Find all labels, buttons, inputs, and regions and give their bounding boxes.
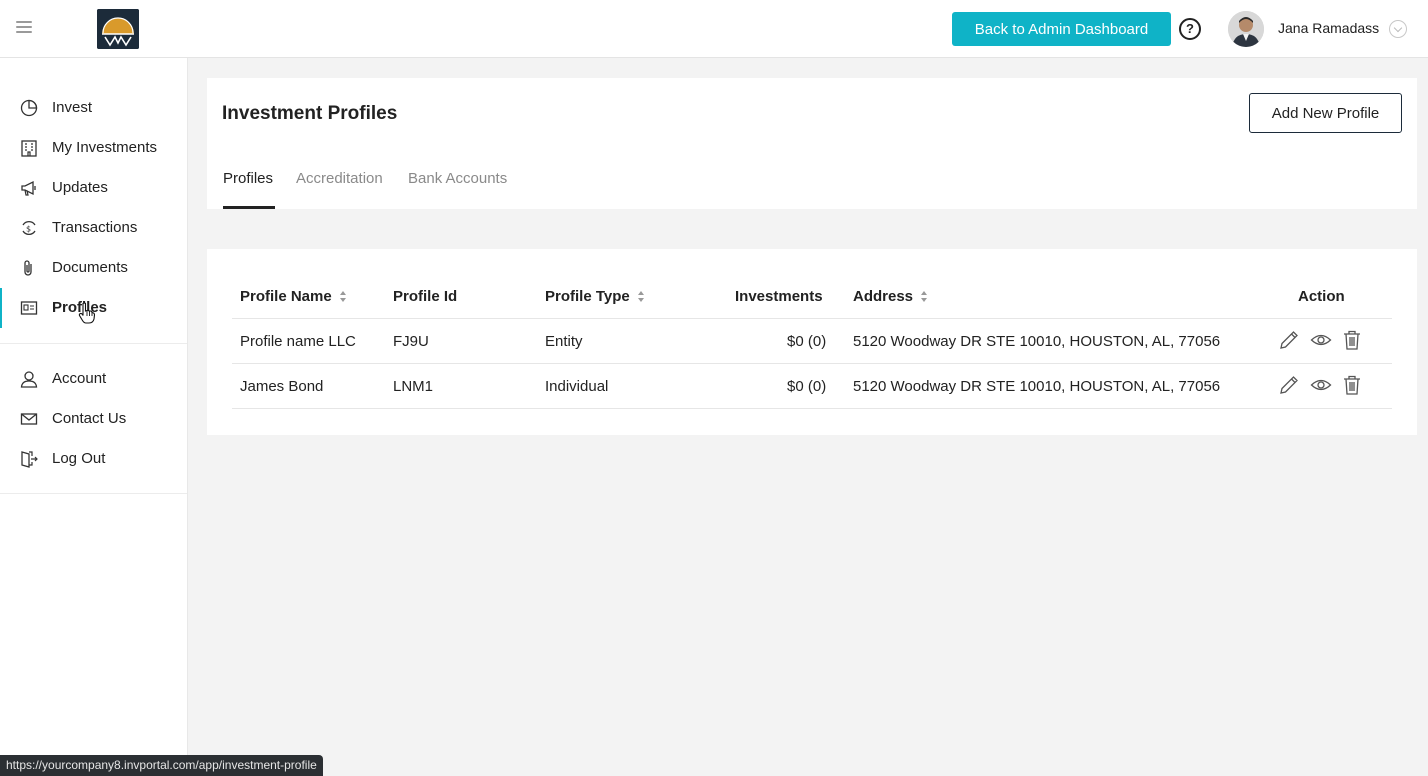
edit-pencil-icon[interactable]: [1278, 374, 1300, 396]
cell-address: 5120 Woodway DR STE 10010, HOUSTON, AL, …: [853, 378, 1221, 395]
profiles-table: Profile Name Profile Id Profile Type Inv…: [207, 249, 1417, 435]
page-title: Investment Profiles: [222, 103, 398, 124]
sidebar-item-label: Transactions: [52, 219, 138, 236]
back-to-admin-dashboard-button[interactable]: Back to Admin Dashboard: [952, 12, 1171, 46]
sidebar-item-transactions[interactable]: $ Transactions: [0, 208, 188, 248]
cell-investments: $0 (0): [787, 333, 827, 350]
sidebar-item-label: Log Out: [52, 450, 106, 467]
cell-profile-type: Entity: [545, 333, 583, 350]
view-eye-icon[interactable]: [1310, 329, 1332, 351]
envelope-icon: [20, 413, 38, 425]
sort-icon[interactable]: [921, 291, 928, 303]
row-divider: [232, 363, 1392, 364]
sort-icon[interactable]: [637, 291, 645, 303]
sidebar-item-label: Contact Us: [52, 410, 127, 427]
tab-profiles[interactable]: Profiles: [223, 170, 273, 187]
sidebar-item-documents[interactable]: Documents: [0, 248, 188, 288]
pie-chart-icon: [20, 99, 38, 117]
cell-address: 5120 Woodway DR STE 10010, HOUSTON, AL, …: [853, 333, 1221, 350]
tab-bank-accounts[interactable]: Bank Accounts: [408, 170, 507, 187]
company-logo[interactable]: [97, 9, 139, 49]
column-header-label: Profile Type: [545, 288, 630, 305]
sidebar-item-label: Documents: [52, 259, 128, 276]
column-header-investments: Investments: [735, 288, 823, 305]
sidebar-item-log-out[interactable]: Log Out: [0, 439, 188, 479]
cell-profile-id: LNM1: [393, 378, 434, 395]
column-header-label: Address: [853, 288, 914, 305]
sidebar-divider: [0, 493, 187, 494]
sidebar-item-label: My Investments: [52, 139, 158, 156]
avatar[interactable]: [1228, 11, 1264, 47]
active-tab-indicator: [223, 206, 275, 209]
delete-trash-icon[interactable]: [1341, 374, 1363, 396]
sort-icon[interactable]: [339, 291, 347, 303]
sidebar-item-updates[interactable]: Updates: [0, 168, 188, 208]
building-icon: [21, 140, 37, 157]
sidebar-item-label: Invest: [52, 99, 93, 116]
row-divider: [232, 318, 1392, 319]
hamburger-menu-icon[interactable]: [16, 21, 32, 35]
cell-profile-name[interactable]: James Bond: [240, 378, 323, 395]
user-icon: [20, 371, 38, 388]
cell-investments: $0 (0): [787, 378, 827, 395]
help-question-icon[interactable]: ?: [1179, 18, 1201, 40]
column-header-label: Profile Id: [393, 288, 458, 305]
hand-cursor-icon: [78, 302, 96, 324]
sidebar-item-contact-us[interactable]: Contact Us: [0, 399, 188, 439]
edit-pencil-icon[interactable]: [1278, 329, 1300, 351]
chevron-down-icon[interactable]: [1389, 20, 1407, 38]
sidebar-item-label: Account: [52, 370, 107, 387]
user-name[interactable]: Jana Ramadass: [1278, 20, 1379, 36]
sidebar-divider: [0, 343, 187, 344]
add-new-profile-button[interactable]: Add New Profile: [1249, 93, 1402, 133]
sidebar-item-invest[interactable]: Invest: [0, 88, 188, 128]
column-header-profile-name[interactable]: Profile Name: [240, 288, 347, 305]
paperclip-icon: [24, 260, 32, 276]
column-header-label: Action: [1298, 288, 1345, 305]
sidebar-item-account[interactable]: Account: [0, 359, 188, 399]
tab-accreditation[interactable]: Accreditation: [296, 170, 383, 187]
cell-profile-type: Individual: [545, 378, 609, 395]
column-header-label: Profile Name: [240, 288, 332, 305]
column-header-address[interactable]: Address: [853, 288, 928, 305]
sidebar-item-label: Updates: [52, 179, 108, 196]
id-card-icon: [20, 301, 38, 315]
logout-icon: [21, 451, 38, 468]
sidebar-item-my-investments[interactable]: My Investments: [0, 128, 188, 168]
megaphone-icon: [21, 180, 36, 196]
cell-profile-id: FJ9U: [393, 333, 429, 350]
column-header-action: Action: [1298, 288, 1345, 305]
column-header-profile-id: Profile Id: [393, 288, 457, 305]
cell-profile-name[interactable]: Profile name LLC: [240, 333, 356, 350]
view-eye-icon[interactable]: [1310, 374, 1332, 396]
investment-profiles-header-card: Investment Profiles Add New Profile Prof…: [207, 78, 1417, 209]
sidebar: Invest My Investments Updates $ Transact…: [0, 58, 188, 776]
svg-text:$: $: [26, 225, 31, 234]
dollar-cycle-icon: $: [22, 221, 36, 235]
top-bar: Back to Admin Dashboard ? Jana Ramadass: [0, 0, 1428, 58]
column-header-label: Investments: [735, 288, 823, 305]
column-header-profile-type[interactable]: Profile Type: [545, 288, 645, 305]
delete-trash-icon[interactable]: [1341, 329, 1363, 351]
browser-status-url: https://yourcompany8.invportal.com/app/i…: [0, 755, 323, 776]
row-divider: [232, 408, 1392, 409]
